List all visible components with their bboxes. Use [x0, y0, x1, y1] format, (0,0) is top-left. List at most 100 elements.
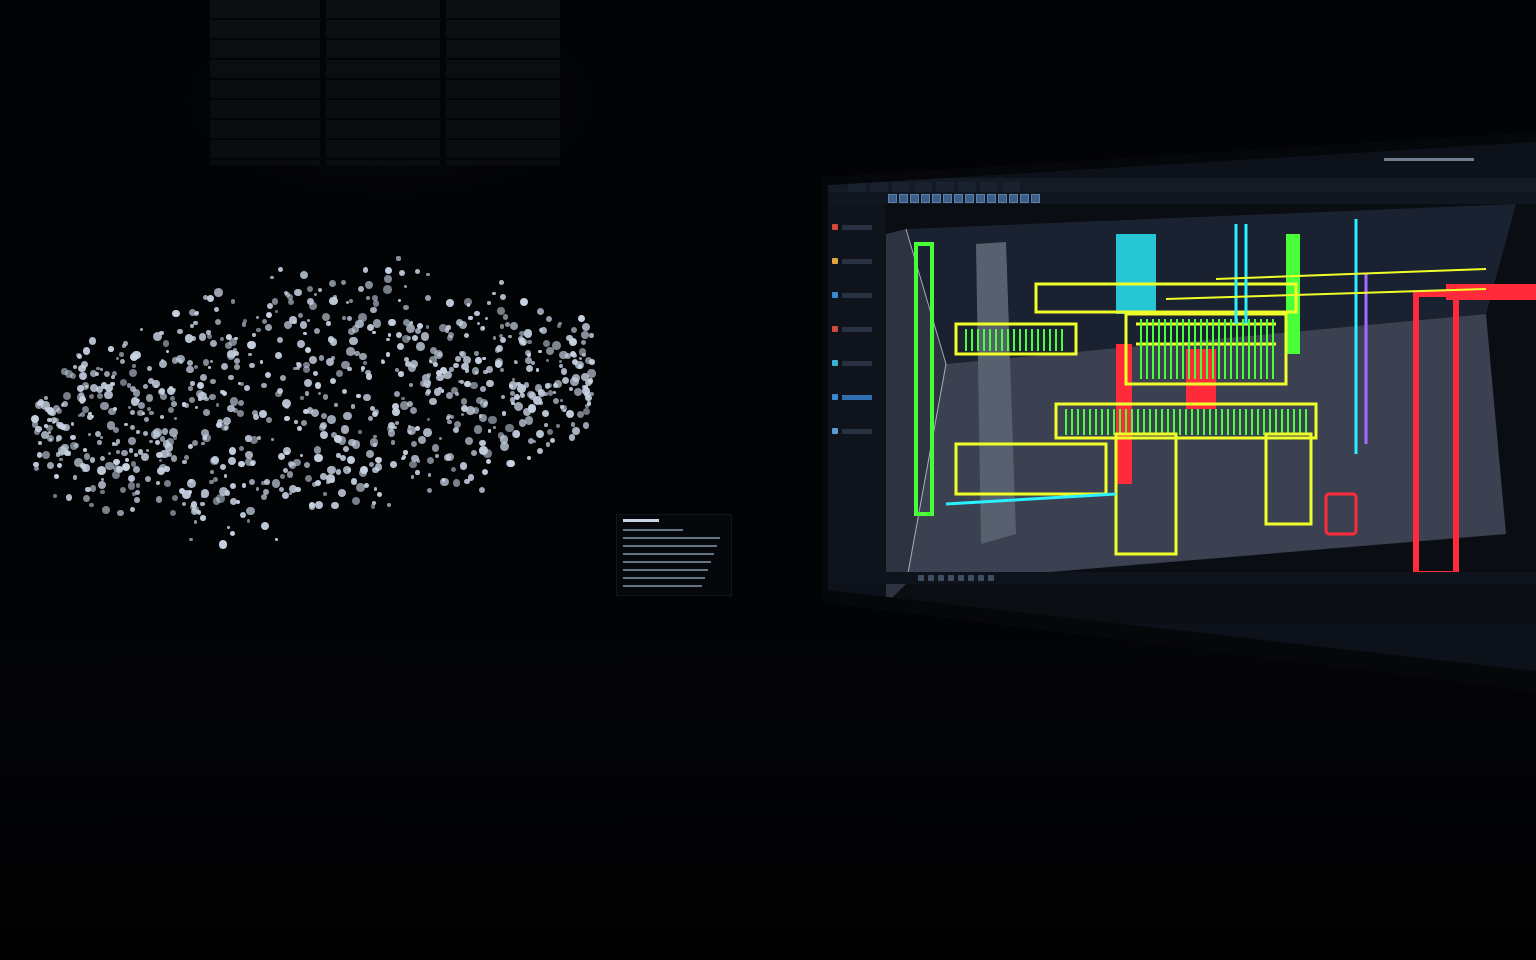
- point-cloud-sphere: [177, 329, 183, 335]
- point-cloud-sphere: [315, 500, 323, 509]
- grid-icon[interactable]: [976, 194, 985, 203]
- point-cloud-sphere: [72, 364, 78, 370]
- light-icon[interactable]: [1009, 194, 1018, 203]
- point-cloud-sphere: [478, 413, 488, 423]
- point-cloud-sphere: [214, 288, 223, 297]
- point-cloud-sphere: [120, 487, 127, 493]
- 3d-viewport[interactable]: [886, 204, 1536, 624]
- point-cloud-sphere: [336, 369, 344, 378]
- otrack-icon[interactable]: [968, 575, 974, 581]
- sidebar-item[interactable]: [842, 293, 872, 298]
- small-screen-line: [623, 561, 711, 563]
- point-cloud-sphere: [568, 434, 576, 441]
- point-cloud-sphere: [155, 495, 163, 503]
- point-cloud-sphere: [184, 403, 190, 409]
- sidebar-item[interactable]: [842, 361, 872, 366]
- view-icon[interactable]: [932, 194, 941, 203]
- point-cloud-sphere: [426, 272, 430, 277]
- window-mullion: [320, 0, 326, 165]
- menu-item[interactable]: [892, 182, 910, 192]
- sidebar-item[interactable]: [842, 395, 872, 400]
- point-cloud-sphere: [83, 453, 91, 460]
- point-cloud-sphere: [589, 391, 594, 396]
- point-cloud-sphere: [411, 475, 415, 479]
- point-cloud-sphere: [474, 350, 479, 356]
- point-cloud-sphere: [559, 398, 564, 403]
- point-cloud-sphere: [234, 336, 238, 340]
- folder-icon[interactable]: [832, 258, 838, 264]
- ortho-icon[interactable]: [938, 575, 944, 581]
- point-cloud-sphere: [372, 443, 377, 448]
- select-icon[interactable]: [888, 194, 897, 203]
- point-cloud-sphere: [80, 400, 84, 404]
- sidebar-item[interactable]: [842, 259, 872, 264]
- point-cloud-sphere: [519, 298, 528, 307]
- measure-icon[interactable]: [965, 194, 974, 203]
- layer-icon[interactable]: [832, 292, 838, 298]
- light-icon[interactable]: [832, 428, 838, 434]
- menu-item[interactable]: [936, 182, 954, 192]
- point-cloud-sphere: [436, 373, 444, 381]
- sidebar-item[interactable]: [842, 225, 872, 230]
- blind-slat: [210, 158, 560, 160]
- point-cloud-sphere: [124, 422, 128, 427]
- osnap-icon[interactable]: [958, 575, 964, 581]
- point-cloud-sphere: [335, 468, 342, 475]
- point-cloud-sphere: [318, 392, 322, 396]
- lineweight-icon[interactable]: [978, 575, 984, 581]
- help-icon[interactable]: [1031, 194, 1040, 203]
- render-icon[interactable]: [954, 194, 963, 203]
- move-icon[interactable]: [899, 194, 908, 203]
- small-screen-line: [623, 537, 720, 539]
- point-cloud-sphere: [572, 374, 580, 382]
- layers-icon[interactable]: [943, 194, 952, 203]
- point-cloud-sphere: [542, 410, 550, 417]
- rotate-icon[interactable]: [910, 194, 919, 203]
- menu-item[interactable]: [1002, 182, 1020, 192]
- camera-icon[interactable]: [998, 194, 1007, 203]
- point-cloud-sphere: [369, 461, 374, 467]
- snap-icon[interactable]: [928, 575, 934, 581]
- point-cloud-sphere: [142, 430, 149, 437]
- point-cloud-sphere: [510, 390, 516, 396]
- settings-icon[interactable]: [1020, 194, 1029, 203]
- point-cloud-sphere: [530, 360, 535, 365]
- point-cloud-sphere: [292, 319, 298, 325]
- sidebar-item[interactable]: [842, 429, 872, 434]
- file-icon[interactable]: [832, 224, 838, 230]
- point-cloud-sphere: [261, 494, 268, 501]
- scale-icon[interactable]: [921, 194, 930, 203]
- material-icon[interactable]: [832, 360, 838, 366]
- point-cloud-sphere: [398, 269, 406, 277]
- point-cloud-sphere: [115, 356, 120, 361]
- point-cloud-sphere: [308, 302, 317, 311]
- menu-item[interactable]: [870, 182, 888, 192]
- camera-icon[interactable]: [832, 394, 838, 400]
- point-cloud-sphere: [171, 401, 177, 407]
- point-cloud-sphere: [56, 407, 63, 414]
- point-cloud-sphere: [251, 410, 258, 416]
- point-cloud-sphere: [406, 335, 411, 341]
- point-cloud-sphere: [499, 333, 504, 338]
- sidebar-item[interactable]: [842, 327, 872, 332]
- point-cloud-sphere: [308, 504, 315, 510]
- point-cloud-sphere: [546, 347, 555, 356]
- point-cloud-sphere: [193, 320, 199, 326]
- polar-icon[interactable]: [948, 575, 954, 581]
- point-cloud-sphere: [117, 509, 124, 517]
- menu-item[interactable]: [980, 182, 998, 192]
- point-cloud-sphere: [89, 457, 96, 463]
- point-cloud-sphere: [459, 462, 468, 471]
- menu-item[interactable]: [958, 182, 976, 192]
- point-cloud-sphere: [487, 429, 492, 433]
- model-icon[interactable]: [988, 575, 994, 581]
- point-cloud-sphere: [103, 370, 111, 378]
- small-screen-line: [623, 529, 683, 531]
- point-cloud-sphere: [589, 333, 594, 338]
- object-icon[interactable]: [832, 326, 838, 332]
- point-cloud-sphere: [202, 359, 210, 366]
- menu-item[interactable]: [914, 182, 932, 192]
- small-screen-line: [623, 545, 717, 547]
- snap-icon[interactable]: [987, 194, 996, 203]
- grid-icon[interactable]: [918, 575, 924, 581]
